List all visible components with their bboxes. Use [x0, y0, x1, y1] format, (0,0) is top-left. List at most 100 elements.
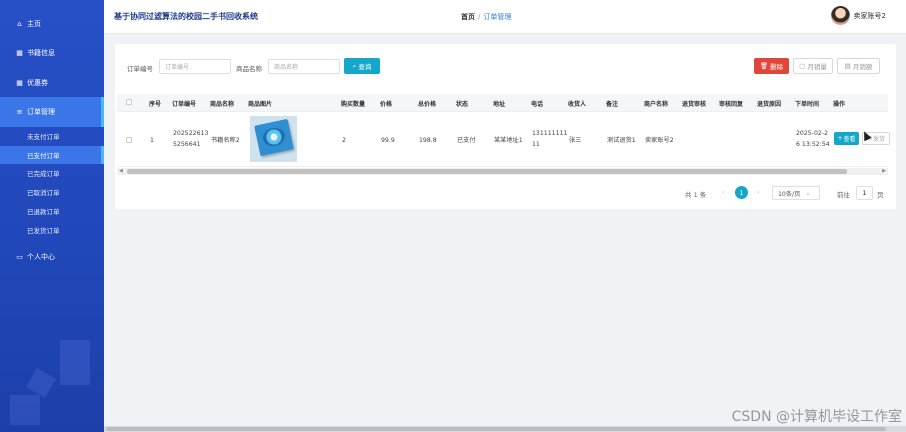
sidebar-item-label: 订单管理: [27, 108, 55, 116]
cell-index: 1: [150, 137, 154, 144]
sidebar-item-label: 优惠券: [27, 79, 48, 87]
trash-icon: 🗑: [759, 62, 769, 70]
monthly-sales-label: 月销额: [852, 63, 873, 71]
decor-cube: [25, 367, 57, 399]
sidebar-item-profile[interactable]: ▭ 个人中心: [0, 247, 104, 267]
list-icon: ≡: [16, 108, 23, 116]
cell-quantity: 2: [342, 137, 346, 144]
user-menu[interactable]: 卖家账号2: [830, 6, 886, 25]
column-header: 总价格: [418, 101, 437, 108]
row-checkbox[interactable]: [126, 137, 132, 143]
page-unit-label: 页: [877, 191, 884, 199]
column-header: 购买数量: [341, 101, 366, 108]
cell-receiver: 张三: [569, 137, 582, 144]
pagination-page-1[interactable]: 1: [735, 186, 748, 199]
monthly-sales-button[interactable]: ▤ 月销额: [837, 58, 880, 74]
cell-order-no: 5256641: [173, 141, 201, 148]
cell-order-no: 202522613: [173, 130, 209, 137]
column-header: 价格: [380, 101, 393, 108]
sidebar-subitem-completed[interactable]: 已完成订单: [0, 164, 104, 182]
monthly-volume-button[interactable]: ▢ 月销量: [793, 58, 833, 74]
pagination-prev[interactable]: ‹: [722, 188, 725, 196]
cell-phone: 131111111: [532, 130, 568, 137]
cell-phone: 11: [532, 141, 540, 148]
avatar: [830, 6, 850, 25]
sidebar-subitem-refunded[interactable]: 已退款订单: [0, 202, 104, 220]
chevron-down-icon: ⌄: [805, 189, 811, 197]
column-header: 状态: [456, 101, 469, 108]
watermark: CSDN @计算机毕设工作室: [731, 409, 902, 425]
goto-page-input[interactable]: 1: [856, 186, 873, 200]
scroll-right-icon[interactable]: ▶: [882, 168, 886, 174]
chart-icon: ▤: [844, 62, 851, 70]
column-header: 序号: [149, 101, 162, 108]
sidebar-subitem-shipped[interactable]: 已发货订单: [0, 221, 104, 239]
column-header: 退货审核: [682, 101, 707, 108]
sidebar-item-orders[interactable]: ≡ 订单管理: [0, 97, 104, 127]
monthly-volume-label: 月销量: [807, 63, 827, 71]
plus-icon: +: [837, 135, 843, 142]
cell-remark: 测试退货1: [607, 137, 636, 144]
delete-button-label: 删除: [770, 63, 784, 71]
sidebar-item-coupons[interactable]: ▦ 优惠券: [0, 73, 104, 93]
goto-label: 前往: [837, 191, 850, 199]
cell-price: 99.9: [381, 137, 395, 144]
goods-name-input[interactable]: 商品名称: [268, 59, 340, 74]
page-horizontal-scrollbar[interactable]: [104, 426, 906, 432]
sidebar-item-label: 主页: [27, 20, 41, 28]
sidebar-item-label: 个人中心: [27, 253, 55, 261]
scroll-left-icon[interactable]: ◀: [119, 168, 123, 174]
sidebar-subitem-cancelled[interactable]: 已取消订单: [0, 183, 104, 201]
search-icon: ⌕: [352, 61, 357, 70]
pagination-total: 共 1 条: [685, 191, 707, 199]
column-header: 商品图片: [248, 101, 273, 108]
decor-cube: [60, 340, 90, 385]
sidebar-item-books[interactable]: ▦ 书籍信息: [0, 43, 104, 63]
grid-icon: ▦: [16, 49, 23, 57]
column-header: 审核回复: [719, 101, 744, 108]
goods-name-label: 商品名称: [236, 65, 262, 73]
table-horizontal-scrollbar[interactable]: ◀ ▶: [117, 168, 888, 175]
decor-cube: [10, 395, 40, 425]
ship-button-label: 发货: [873, 136, 886, 143]
top-header: 基于协同过滤算法的校园二手书回收系统 首页 / 订单管理 卖家账号2: [104, 0, 906, 34]
column-header: 退货原因: [757, 101, 782, 108]
scrollbar-thumb[interactable]: [106, 427, 886, 431]
column-header: 电话: [531, 101, 544, 108]
sidebar-subitem-paid[interactable]: 已支付订单: [0, 146, 104, 164]
breadcrumb: 首页 / 订单管理: [461, 12, 511, 22]
grid-icon: ▦: [16, 79, 23, 87]
breadcrumb-separator: /: [478, 13, 481, 21]
page-size-select[interactable]: 10条/页 ⌄: [772, 186, 820, 200]
cell-merchant: 卖家账号2: [645, 137, 674, 144]
view-button-label: 查看: [843, 136, 856, 143]
order-no-label: 订单编号: [127, 65, 153, 73]
column-header: 收货人: [568, 101, 587, 108]
sidebar: ⌂ 主页 ▦ 书籍信息 ▦ 优惠券 ≡ 订单管理 未支付订单 已支付订单 已完成…: [0, 0, 104, 432]
card-icon: ▭: [16, 253, 23, 261]
select-all-checkbox[interactable]: [126, 99, 132, 105]
search-button[interactable]: ⌕ 查询: [344, 58, 380, 74]
order-no-input[interactable]: 订单编号: [159, 59, 231, 74]
search-button-label: 查询: [358, 63, 372, 71]
breadcrumb-home[interactable]: 首页: [461, 13, 475, 21]
table-row[interactable]: 1 202522613 5256641 书籍名称2 2 99.9 198.8 已…: [117, 113, 890, 167]
delete-button[interactable]: 🗑 删除: [754, 58, 789, 74]
page-size-value: 10条/页: [778, 190, 801, 198]
column-header: 备注: [606, 101, 619, 108]
scrollbar-thumb[interactable]: [127, 169, 847, 174]
column-header: 订单编号: [172, 101, 197, 108]
sidebar-item-home[interactable]: ⌂ 主页: [0, 14, 104, 34]
pagination-next[interactable]: ›: [757, 188, 760, 196]
cell-status: 已支付: [457, 137, 476, 144]
chart-icon: ▢: [799, 62, 806, 70]
cell-total: 198.8: [419, 137, 437, 144]
breadcrumb-current: 订单管理: [483, 13, 512, 21]
cell-order-time: 6 13:52:54: [796, 141, 830, 148]
sidebar-subitem-unpaid[interactable]: 未支付订单: [0, 127, 104, 145]
column-header: 地址: [493, 101, 506, 108]
sidebar-item-label: 书籍信息: [27, 49, 55, 57]
user-name: 卖家账号2: [853, 11, 886, 20]
column-header: 商品名称: [210, 101, 235, 108]
view-button[interactable]: + 查看: [834, 132, 859, 145]
